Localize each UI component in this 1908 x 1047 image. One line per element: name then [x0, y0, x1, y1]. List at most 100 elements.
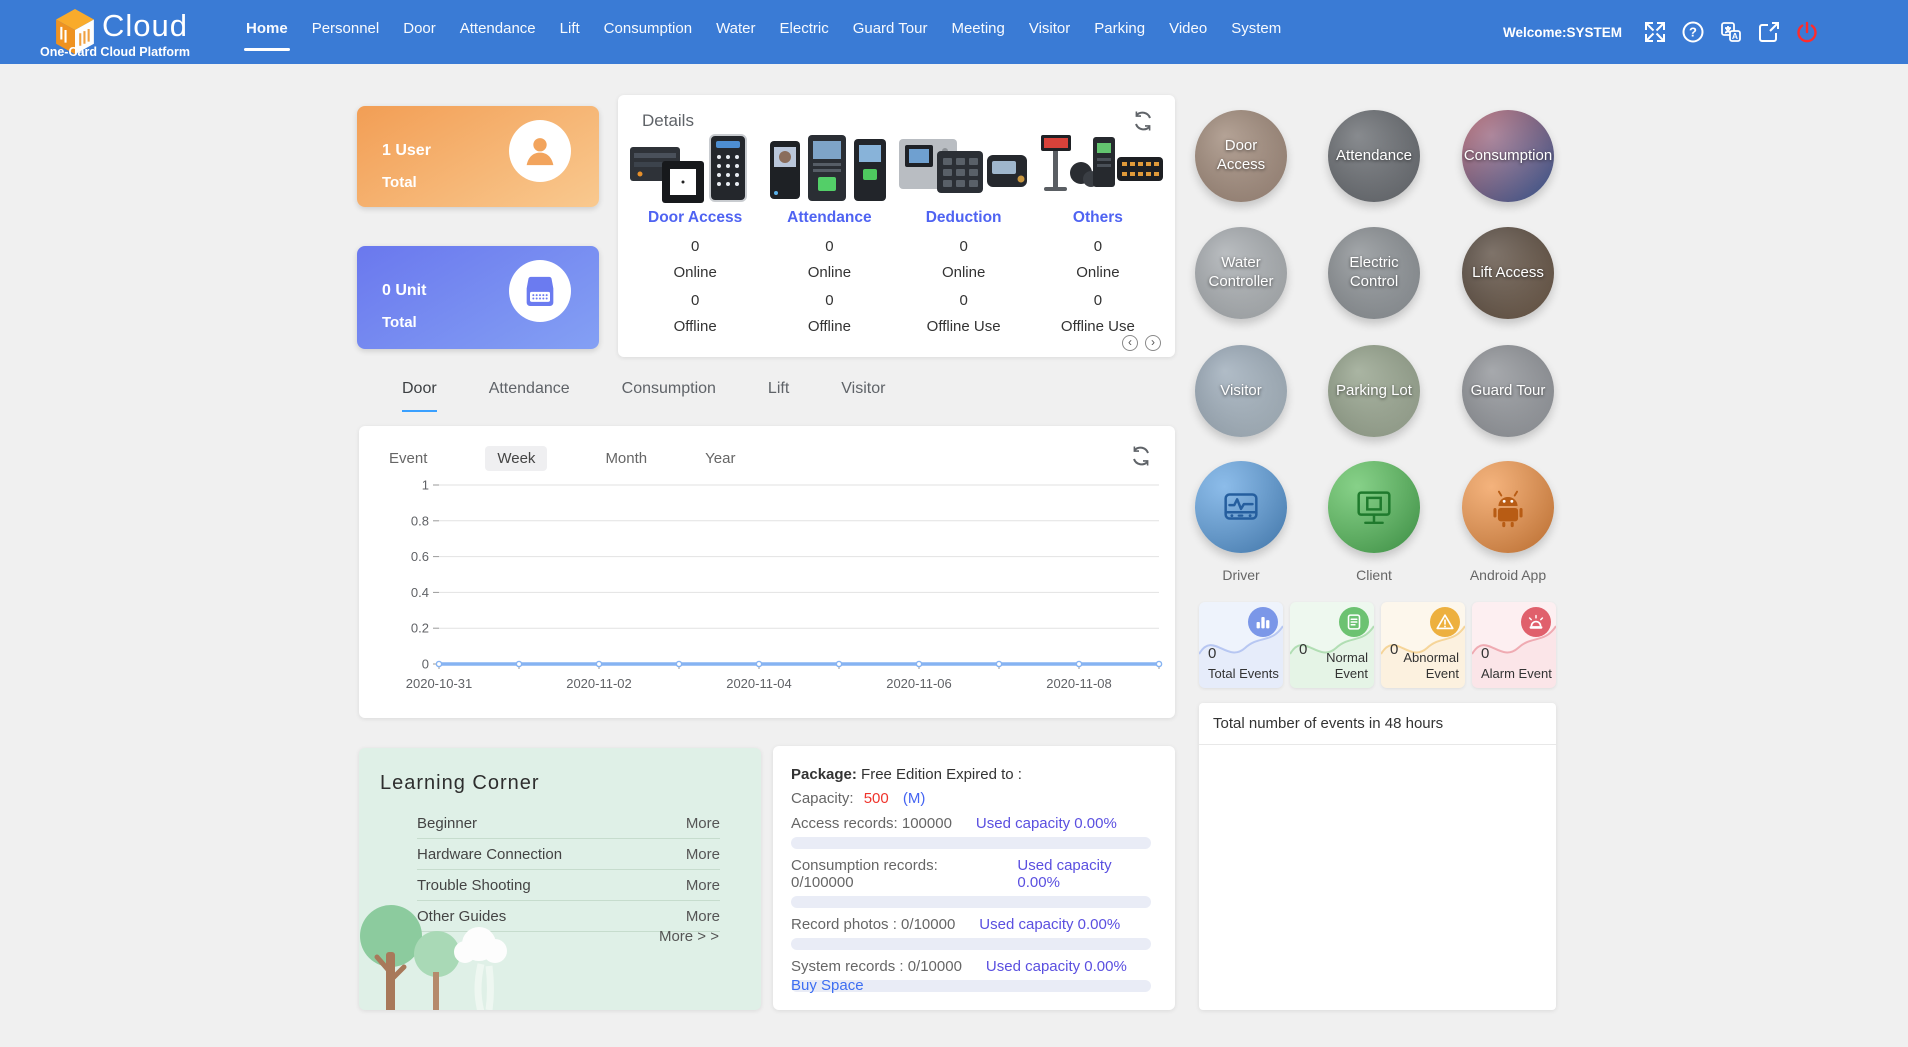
app-client[interactable]: Client — [1328, 461, 1420, 583]
app-photo-door-access: Door Access — [1195, 110, 1287, 202]
app-water-controller[interactable]: Water Controller — [1195, 227, 1287, 319]
svg-text:0.8: 0.8 — [411, 513, 429, 528]
tab-consumption[interactable]: Consumption — [622, 380, 716, 412]
events-panel-title: Total number of events in 48 hours — [1199, 703, 1556, 745]
nav-item-personnel[interactable]: Personnel — [310, 0, 382, 64]
device-image-door-access — [628, 131, 762, 205]
nav-item-lift[interactable]: Lift — [558, 0, 582, 64]
tab-visitor[interactable]: Visitor — [841, 380, 885, 412]
app-photo-lift-access: Lift Access — [1462, 227, 1554, 319]
nav-item-home[interactable]: Home — [244, 0, 290, 64]
app-visitor[interactable]: Visitor — [1195, 345, 1287, 437]
nav-item-parking[interactable]: Parking — [1092, 0, 1147, 64]
device-category-link[interactable]: Attendance — [762, 209, 896, 227]
event-chart: 00.20.40.60.812020-10-312020-11-022020-1… — [359, 426, 1175, 718]
nav-item-door[interactable]: Door — [401, 0, 438, 64]
app-photo-attendance: Attendance — [1328, 110, 1420, 202]
learning-topic-link[interactable]: Hardware Connection — [417, 846, 562, 863]
svg-text:?: ? — [1689, 25, 1697, 40]
capacity-unit: (M) — [903, 790, 926, 807]
app-photo-parking-lot: Parking Lot — [1328, 345, 1420, 437]
svg-text:2020-10-31: 2020-10-31 — [406, 676, 473, 691]
package-row-label: Consumption records: 0/100000 — [791, 857, 993, 891]
package-row-label: Access records: 100000 — [791, 815, 952, 832]
nav-item-visitor[interactable]: Visitor — [1027, 0, 1072, 64]
package-used-capacity: Used capacity 0.00% — [1017, 857, 1151, 891]
device-category-link[interactable]: Others — [1031, 209, 1165, 227]
stat-card-normal-event[interactable]: 0 Normal Event — [1290, 602, 1374, 688]
device-stat-label: Online — [897, 264, 1031, 281]
chart-panel: EventWeekMonthYear 00.20.40.60.812020-10… — [359, 426, 1175, 718]
learning-more-button[interactable]: More — [686, 846, 720, 863]
top-navbar: Cloud One-Card Cloud Platform Home Person… — [0, 0, 1908, 64]
app-attendance[interactable]: Attendance — [1328, 110, 1420, 202]
tab-lift[interactable]: Lift — [768, 380, 789, 412]
learning-more-button[interactable]: More — [686, 815, 720, 832]
stat-card-total-events[interactable]: 0 Total Events — [1199, 602, 1283, 688]
open-window-icon[interactable] — [1756, 19, 1782, 45]
learning-more-link[interactable]: More > > — [659, 928, 719, 945]
device-stat-label: Offline — [762, 318, 896, 335]
carousel-prev-icon[interactable]: ‹ — [1122, 335, 1138, 351]
app-driver[interactable]: Driver — [1195, 461, 1287, 583]
fullscreen-icon[interactable] — [1642, 19, 1668, 45]
client-icon — [1328, 461, 1420, 553]
unit-count: 0 Unit — [382, 282, 426, 300]
svg-text:2020-11-02: 2020-11-02 — [566, 676, 632, 691]
package-row-label: System records : 0/10000 — [791, 958, 962, 975]
capacity-progress-bar — [791, 938, 1151, 950]
device-category-link[interactable]: Door Access — [628, 209, 762, 227]
nav-item-system[interactable]: System — [1229, 0, 1283, 64]
device-category-link[interactable]: Deduction — [897, 209, 1031, 227]
nav-item-guard-tour[interactable]: Guard Tour — [851, 0, 930, 64]
nav-item-attendance[interactable]: Attendance — [458, 0, 538, 64]
svg-text:0: 0 — [422, 657, 429, 672]
app-guard-tour[interactable]: Guard Tour — [1462, 345, 1554, 437]
driver-icon — [1195, 461, 1287, 553]
package-value: Free Edition Expired to : — [861, 766, 1022, 783]
app-electric-control[interactable]: Electric Control — [1328, 227, 1420, 319]
svg-text:2020-11-08: 2020-11-08 — [1046, 676, 1112, 691]
svg-text:0.2: 0.2 — [411, 621, 429, 636]
package-used-capacity: Used capacity 0.00% — [979, 916, 1120, 933]
app-consumption[interactable]: Consumption — [1462, 110, 1554, 202]
stat-label: Normal Event — [1290, 650, 1368, 681]
capacity-value: 500 — [864, 790, 889, 807]
details-columns: Door Access0Online0Offline Attendance0On… — [628, 131, 1165, 335]
welcome-text[interactable]: Welcome:SYSTEM — [1503, 25, 1622, 40]
trees-illustration — [359, 894, 531, 1010]
nav-item-water[interactable]: Water — [714, 0, 757, 64]
unit-count-sub: Total — [382, 314, 417, 331]
tab-door[interactable]: Door — [402, 380, 437, 412]
app-lift-access[interactable]: Lift Access — [1462, 227, 1554, 319]
power-icon[interactable] — [1794, 19, 1820, 45]
app-parking-lot[interactable]: Parking Lot — [1328, 345, 1420, 437]
stat-card-abnormal-event[interactable]: 0 Abnormal Event — [1381, 602, 1465, 688]
stat-card-alarm-event[interactable]: 0 Alarm Event — [1472, 602, 1556, 688]
learning-more-button[interactable]: More — [686, 877, 720, 894]
user-count: 1 User — [382, 142, 431, 160]
nav-item-meeting[interactable]: Meeting — [949, 0, 1006, 64]
details-panel: Details Door Access0Online0Offline Atten… — [618, 95, 1175, 357]
nav-item-electric[interactable]: Electric — [778, 0, 831, 64]
learning-more-button[interactable]: More — [686, 908, 720, 925]
buy-space-link[interactable]: Buy Space — [791, 977, 864, 994]
learning-topic-link[interactable]: Trouble Shooting — [417, 877, 531, 894]
tab-attendance[interactable]: Attendance — [489, 380, 570, 412]
app-photo-visitor: Visitor — [1195, 345, 1287, 437]
refresh-icon[interactable] — [1131, 109, 1155, 133]
package-row-access-records-: Access records: 100000Used capacity 0.00… — [791, 815, 1151, 849]
app-android-app[interactable]: Android App — [1462, 461, 1554, 583]
app-logo[interactable]: Cloud One-Card Cloud Platform — [40, 0, 240, 64]
app-door-access[interactable]: Door Access — [1195, 110, 1287, 202]
nav-item-video[interactable]: Video — [1167, 0, 1209, 64]
help-icon[interactable]: ? — [1680, 19, 1706, 45]
device-image-deduction — [897, 131, 1031, 205]
package-row-consumption-records-: Consumption records: 0/100000 Used capaci… — [791, 857, 1151, 908]
device-image-attendance — [762, 131, 896, 205]
translate-icon[interactable]: A — [1718, 19, 1744, 45]
nav-item-consumption[interactable]: Consumption — [602, 0, 694, 64]
carousel-next-icon[interactable]: › — [1145, 335, 1161, 351]
device-stat-value: 0 — [628, 238, 762, 255]
learning-topic-link[interactable]: Beginner — [417, 815, 477, 832]
